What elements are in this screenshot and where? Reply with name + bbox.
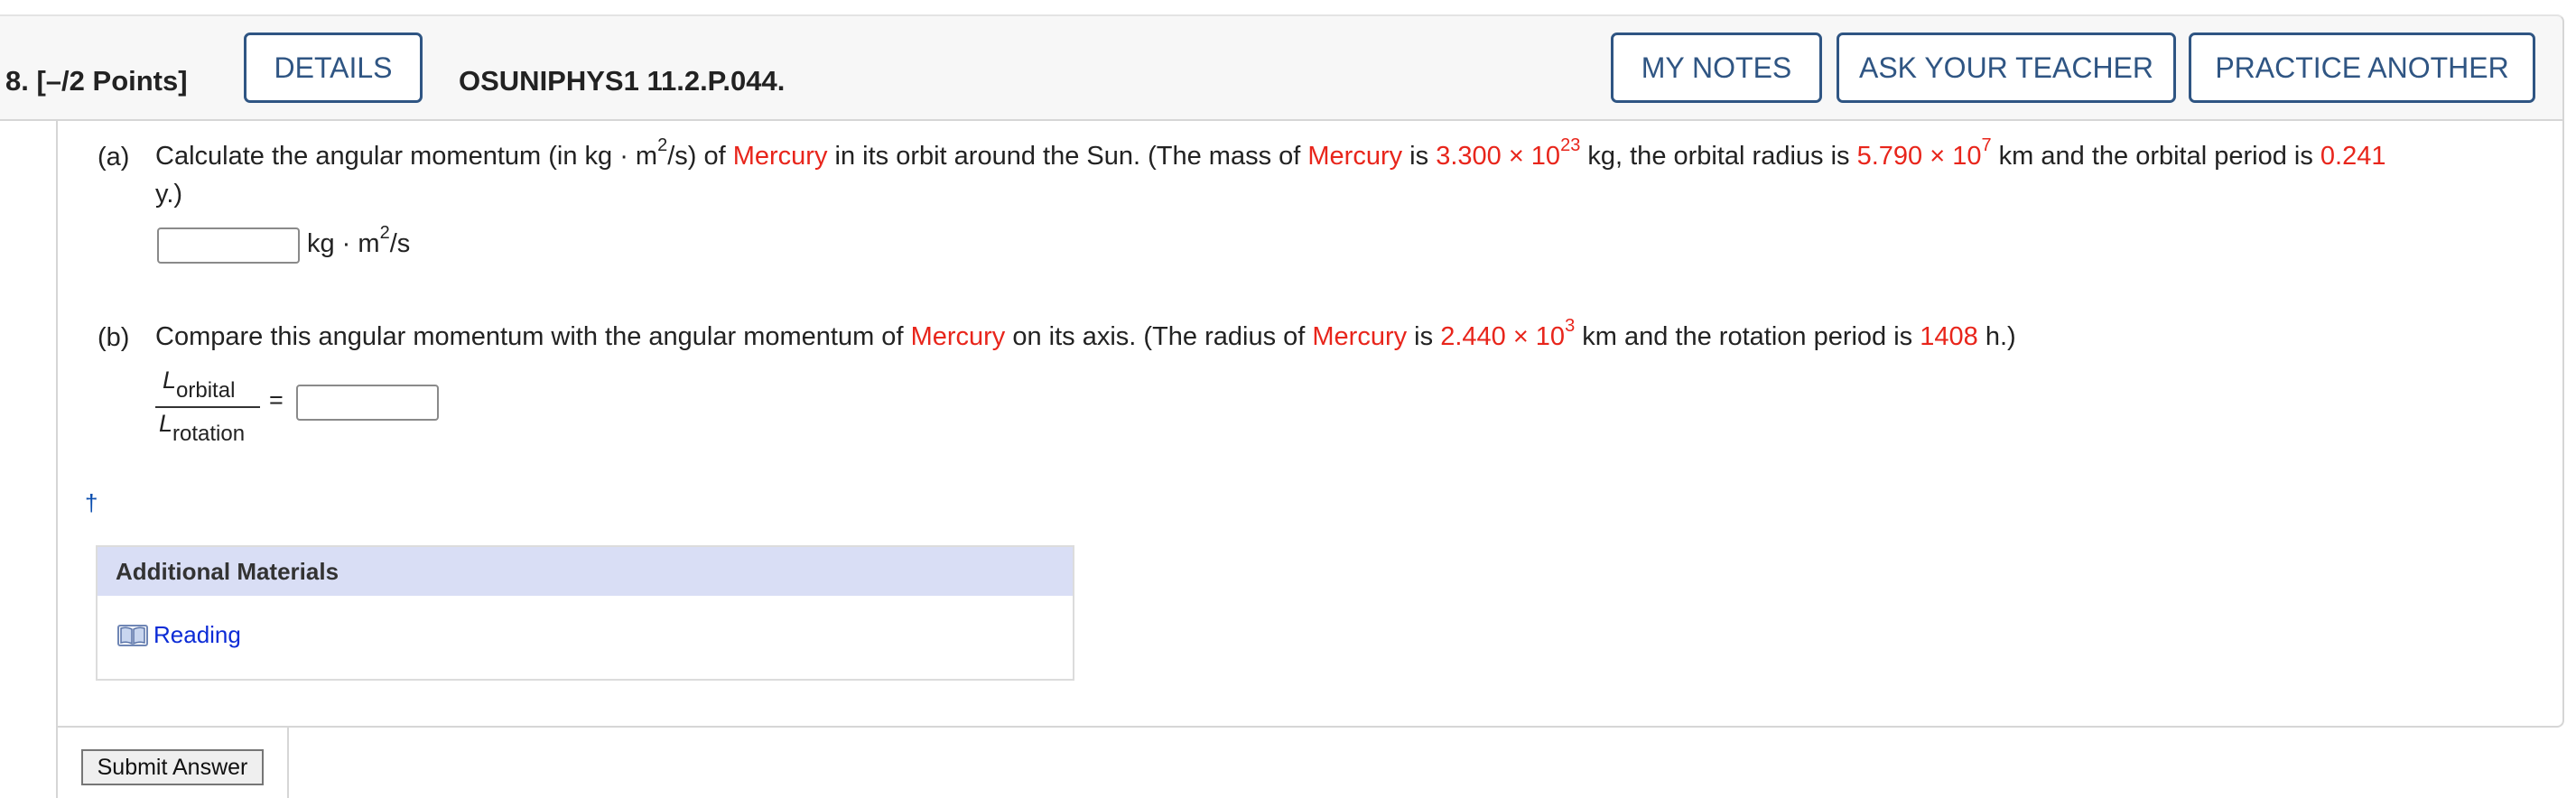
practice-another-button[interactable]: PRACTICE ANOTHER	[2189, 32, 2535, 103]
part-a-planet-name-2: Mercury	[1307, 142, 1403, 171]
part-a-question-text-cont: y.)	[155, 180, 183, 209]
part-a-unit-exponent: 2	[657, 135, 668, 156]
part-a-text-2: /s) of	[667, 142, 733, 171]
part-a-radius-value: 5.790 × 107	[1856, 135, 1992, 171]
part-b-label: (b)	[98, 323, 130, 352]
part-a-period-value: 0.241	[2320, 142, 2386, 171]
my-notes-button[interactable]: MY NOTES	[1611, 32, 1822, 103]
equals-sign: =	[269, 386, 284, 413]
part-b-question-text: Compare this angular momentum with the a…	[155, 316, 2016, 352]
part-a-text-1: Calculate the angular momentum (in kg · …	[155, 142, 658, 171]
part-b-text-4: km and the rotation period is	[1575, 322, 1920, 351]
ratio-fraction: Lorbital Lrotation	[155, 367, 260, 450]
part-b-radius-value: 2.440 × 103	[1440, 316, 1576, 351]
part-a-text-3: in its orbit around the Sun. (The mass o…	[827, 142, 1308, 171]
question-number-points: 8. [–/2 Points]	[5, 65, 188, 97]
part-a-text-6: km and the orbital period is	[1991, 142, 2320, 171]
fraction-bar	[155, 406, 260, 408]
book-icon	[117, 624, 148, 647]
problem-code: OSUNIPHYS1 11.2.P.044.	[459, 65, 786, 97]
dagger-footnote-marker: †	[85, 489, 98, 516]
details-button[interactable]: DETAILS	[244, 32, 423, 103]
part-b-answer-input[interactable]	[296, 385, 439, 421]
part-a-label: (a)	[98, 143, 130, 172]
part-a-planet-name: Mercury	[732, 142, 828, 171]
points-label: [–/2 Points]	[36, 65, 188, 97]
part-b-planet-name-2: Mercury	[1312, 322, 1408, 351]
question-header: 8. [–/2 Points] DETAILS OSUNIPHYS1 11.2.…	[0, 14, 2564, 121]
ask-your-teacher-button[interactable]: ASK YOUR TEACHER	[1837, 32, 2176, 103]
part-b-text-3: is	[1407, 322, 1441, 351]
reading-link-label[interactable]: Reading	[153, 621, 241, 649]
part-b-rotation-period-value: 1408	[1920, 322, 1978, 351]
part-a-text-5: kg, the orbital radius is	[1580, 142, 1857, 171]
part-a-unit: kg · m2/s	[307, 223, 411, 258]
part-a-question-text: Calculate the angular momentum (in kg · …	[155, 135, 2386, 172]
additional-materials-title: Additional Materials	[98, 547, 1073, 596]
fraction-numerator: Lorbital	[163, 367, 236, 403]
additional-materials-panel: Additional Materials Reading	[96, 545, 1074, 681]
submit-answer-button[interactable]: Submit Answer	[81, 749, 264, 785]
question-number: 8.	[5, 65, 29, 97]
part-b-planet-name: Mercury	[910, 322, 1006, 351]
part-a-mass-value: 3.300 × 1023	[1436, 135, 1581, 171]
reading-link[interactable]: Reading	[117, 621, 241, 649]
part-a-text-4: is	[1402, 142, 1437, 171]
part-b-text-5: h.)	[1977, 322, 2016, 351]
part-a-answer-input[interactable]	[157, 227, 300, 264]
part-b-text-1: Compare this angular momentum with the a…	[155, 322, 911, 351]
fraction-denominator: Lrotation	[159, 410, 246, 446]
part-b-text-2: on its axis. (The radius of	[1005, 322, 1313, 351]
